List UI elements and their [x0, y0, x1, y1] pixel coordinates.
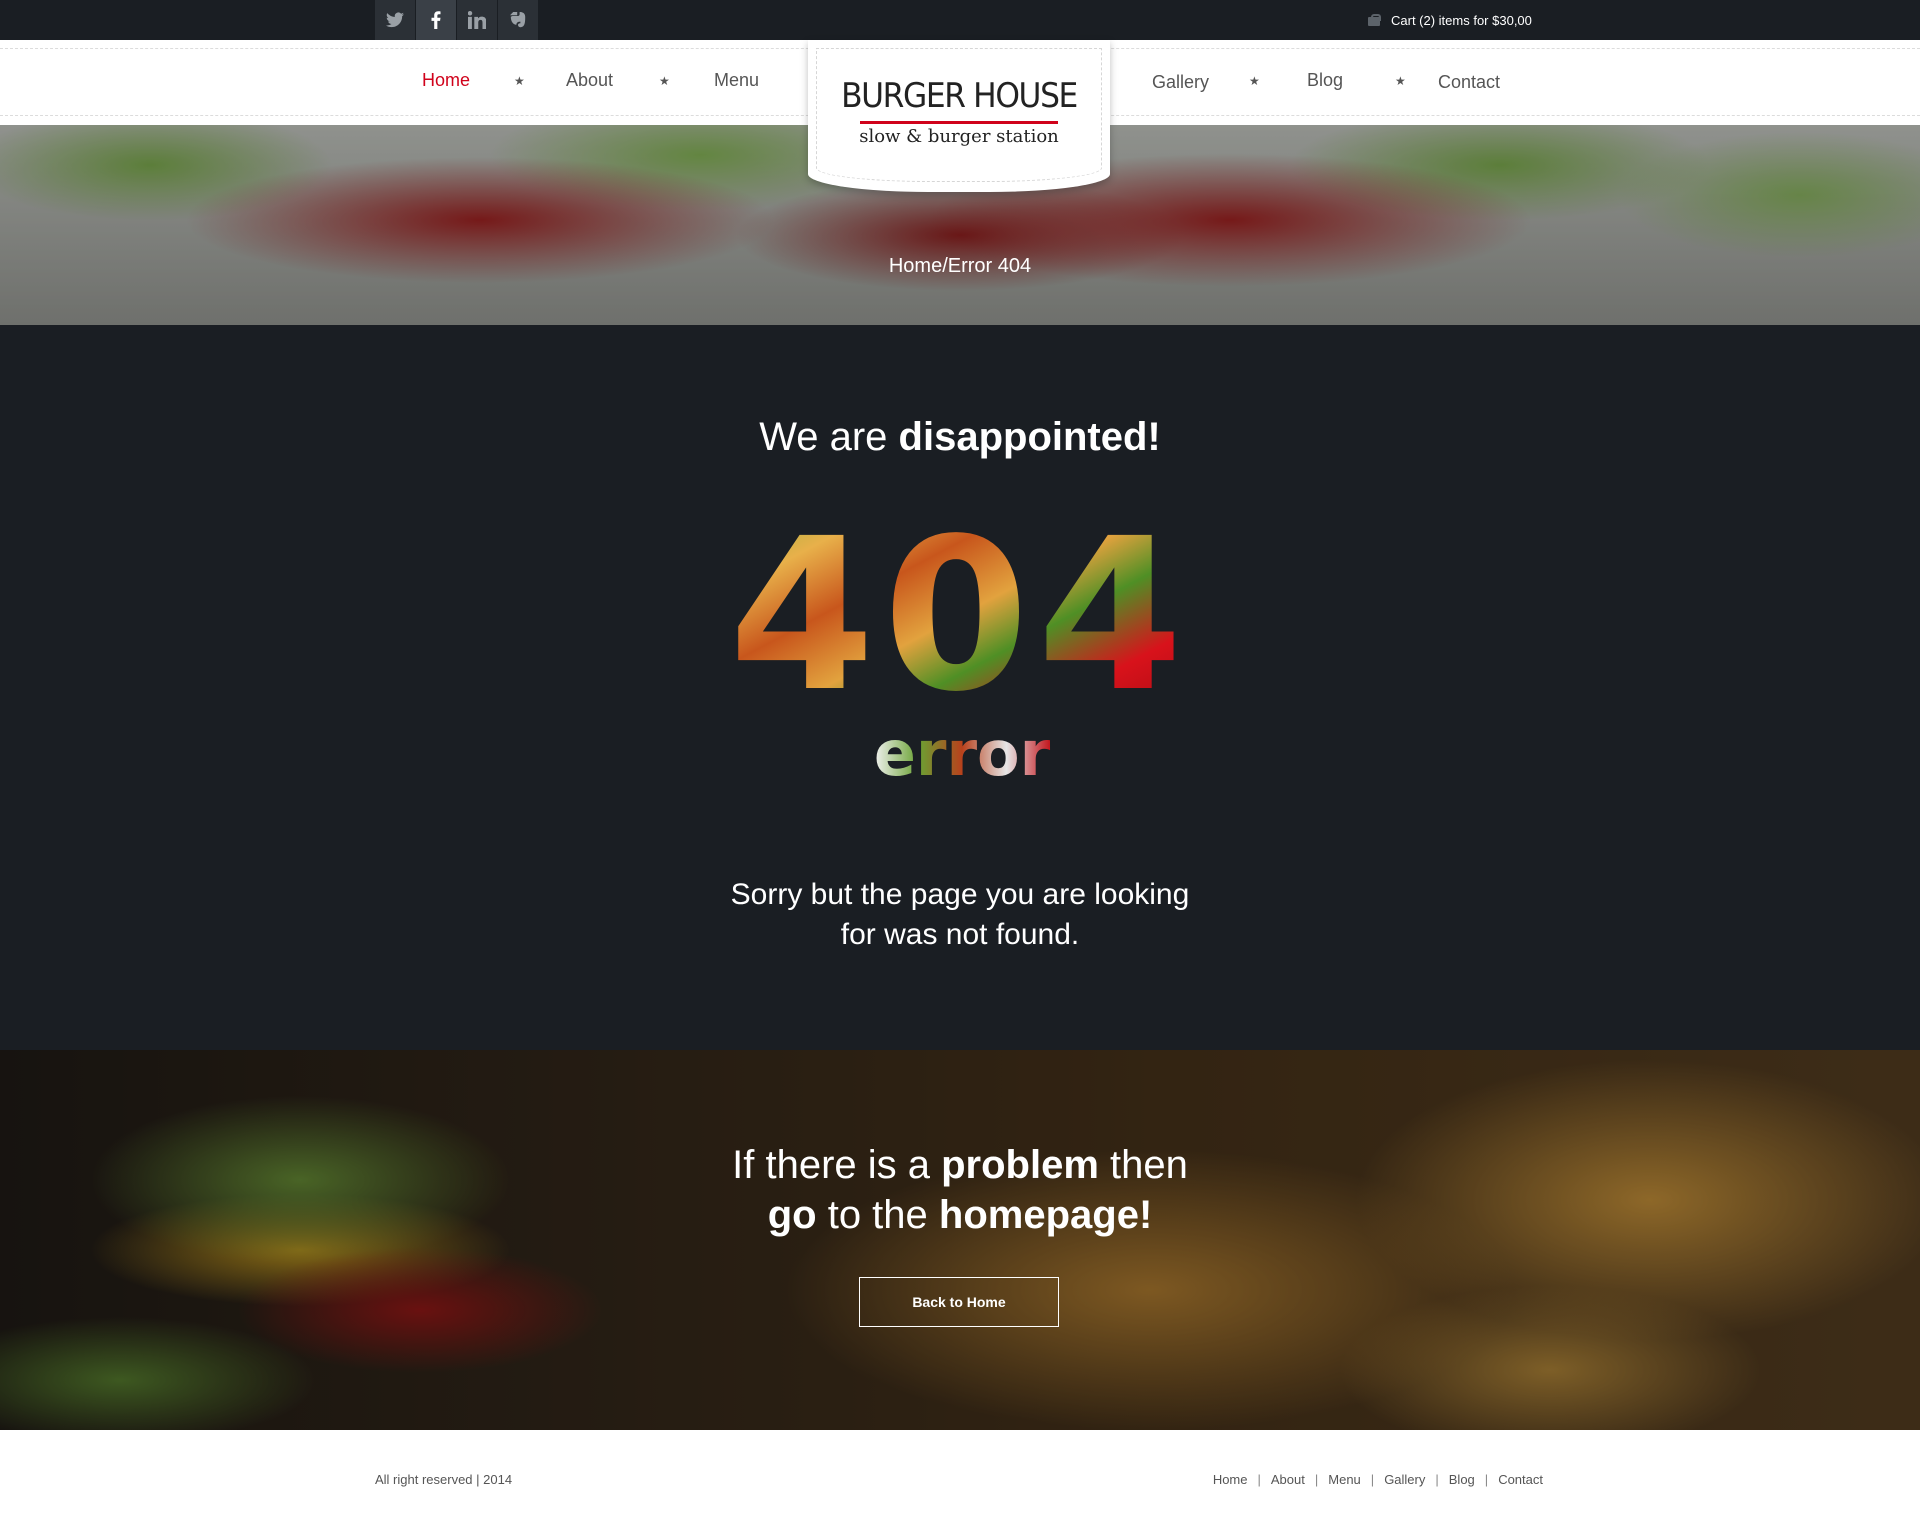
- problem-line-2: go to the homepage!: [0, 1190, 1920, 1240]
- footer-link-home[interactable]: Home: [1213, 1472, 1248, 1487]
- copyright: All right reserved | 2014: [375, 1472, 513, 1487]
- star-separator-icon: ★: [659, 74, 670, 88]
- footer-separator: |: [1484, 1472, 1489, 1487]
- nav-item-contact[interactable]: Contact: [1438, 72, 1500, 93]
- not-found-message: Sorry but the page you are looking for w…: [0, 875, 1920, 955]
- cart-text: Cart (2) items for $30,00: [1391, 12, 1532, 28]
- nav-item-menu[interactable]: Menu: [714, 70, 759, 91]
- nav-item-home[interactable]: Home: [422, 70, 470, 91]
- facebook-icon[interactable]: [416, 0, 457, 40]
- error-code: 404: [729, 518, 1191, 718]
- error-headline: We are disappointed!: [0, 415, 1920, 460]
- top-bar: Cart (2) items for $30,00: [0, 0, 1920, 40]
- line1-part-b: problem: [941, 1143, 1099, 1187]
- footer-link-menu[interactable]: Menu: [1328, 1472, 1361, 1487]
- line1-part-a: If there is a: [732, 1143, 942, 1187]
- footer-separator: |: [1435, 1472, 1439, 1487]
- nav-item-about[interactable]: About: [566, 70, 613, 91]
- problem-section: If there is a problem then go to the hom…: [0, 1050, 1920, 1430]
- line2-part-b: to the: [816, 1193, 939, 1237]
- footer-separator: |: [1257, 1472, 1261, 1487]
- star-separator-icon: ★: [514, 74, 525, 88]
- line1-part-c: then: [1098, 1143, 1188, 1187]
- problem-line-1: If there is a problem then: [0, 1140, 1920, 1190]
- social-links: [375, 0, 539, 40]
- footer-link-about[interactable]: About: [1271, 1472, 1305, 1487]
- footer-separator: |: [1314, 1472, 1319, 1487]
- star-separator-icon: ★: [1249, 74, 1260, 88]
- error-section: We are disappointed! 404 error Sorry but…: [0, 325, 1920, 1050]
- problem-heading: If there is a problem then go to the hom…: [0, 1140, 1920, 1240]
- message-line-2: for was not found.: [840, 918, 1080, 951]
- logo-underline: [860, 121, 1058, 124]
- logo-subtitle: slow & burger station: [859, 126, 1059, 147]
- line2-part-a: go: [767, 1193, 817, 1237]
- error-word: error: [874, 720, 1051, 790]
- nav-item-blog[interactable]: Blog: [1307, 70, 1343, 91]
- linkedin-icon[interactable]: [457, 0, 498, 40]
- message-line-1: Sorry but the page you are looking: [730, 878, 1190, 911]
- evernote-icon[interactable]: [498, 0, 539, 40]
- headline-bold: disappointed!: [898, 415, 1161, 459]
- line2-part-c: homepage!: [938, 1193, 1153, 1237]
- error-404-graphic: 404: [729, 518, 1191, 718]
- shopping-bag-icon: [1367, 14, 1381, 26]
- footer-separator: |: [1370, 1472, 1375, 1487]
- footer: All right reserved | 2014 Home | About | M…: [0, 1430, 1920, 1530]
- cart-summary[interactable]: Cart (2) items for $30,00: [1367, 0, 1532, 40]
- headline-regular: We are: [759, 415, 899, 459]
- footer-link-contact[interactable]: Contact: [1498, 1472, 1543, 1487]
- error-word-graphic: error: [874, 720, 1051, 790]
- footer-link-blog[interactable]: Blog: [1449, 1472, 1475, 1487]
- star-separator-icon: ★: [1395, 74, 1406, 88]
- nav-item-gallery[interactable]: Gallery: [1152, 72, 1209, 93]
- logo-title: BURGER HOUSE: [841, 76, 1078, 116]
- breadcrumb: Home/Error 404: [888, 255, 1032, 277]
- back-to-home-button[interactable]: Back to Home: [859, 1277, 1059, 1327]
- footer-links: Home | About | Menu | Gallery | Blog | Contac…: [1213, 1472, 1543, 1487]
- footer-link-gallery[interactable]: Gallery: [1384, 1472, 1425, 1487]
- twitter-icon[interactable]: [375, 0, 416, 40]
- site-logo[interactable]: BURGER HOUSE slow & burger station: [808, 40, 1110, 192]
